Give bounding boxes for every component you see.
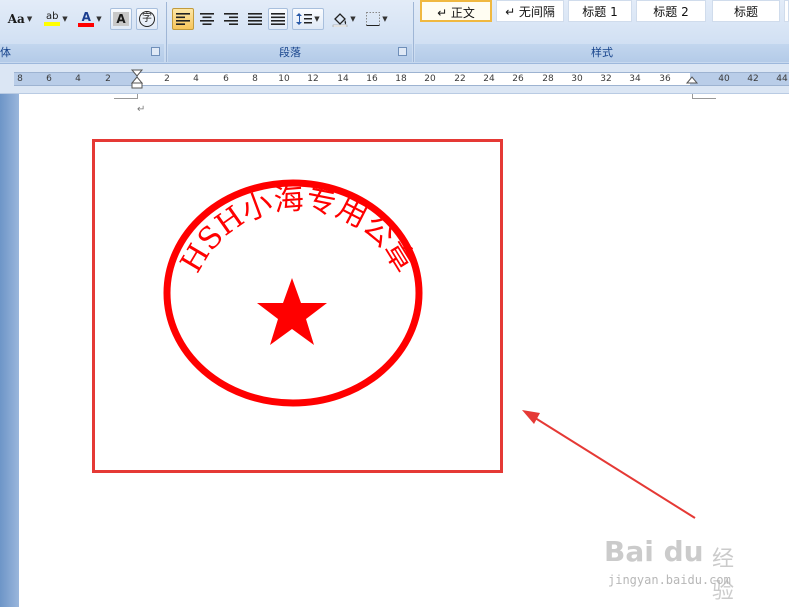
baidu-url: jingyan.baidu.com bbox=[608, 573, 731, 587]
selection-box[interactable] bbox=[92, 139, 503, 473]
arrow-head-icon bbox=[522, 410, 540, 424]
baidu-watermark: Bai du 经验 jingyan.baidu.com bbox=[604, 535, 754, 604]
pointer-arrow-line bbox=[531, 415, 696, 519]
baidu-logo: Bai du bbox=[604, 535, 704, 568]
